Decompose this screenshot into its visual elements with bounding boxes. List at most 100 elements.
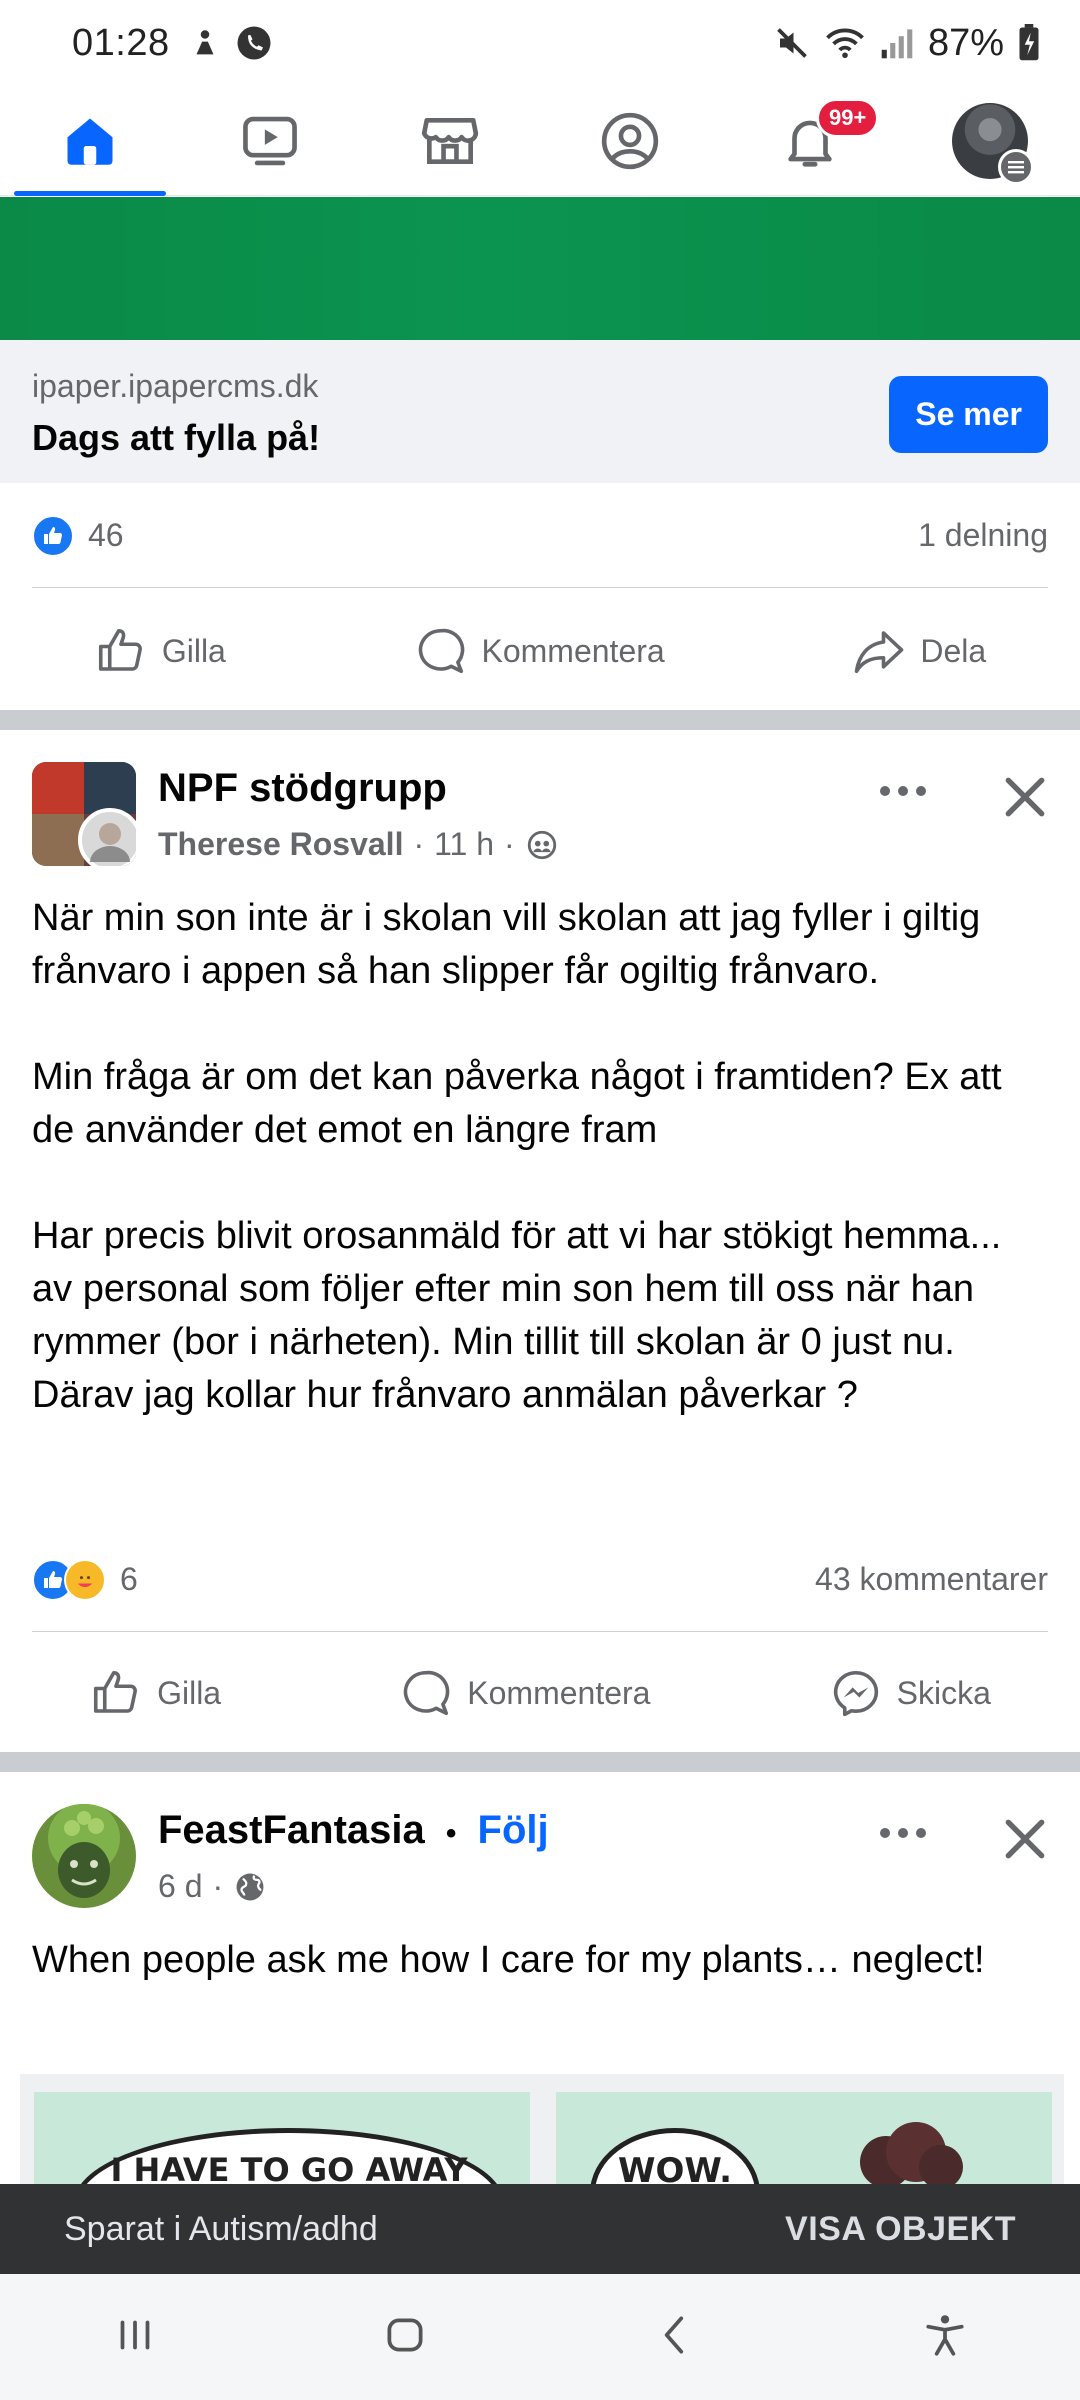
- saved-snackbar: Sparat i Autism/adhd VISA OBJEKT: [0, 2184, 1080, 2274]
- like-button[interactable]: Gilla: [94, 624, 226, 678]
- tab-notifications[interactable]: 99+: [730, 86, 890, 196]
- wifi-icon: [826, 28, 864, 59]
- tab-video[interactable]: [190, 86, 350, 196]
- hide-post-button[interactable]: [1000, 772, 1050, 827]
- see-more-button[interactable]: Se mer: [889, 376, 1048, 453]
- accessibility-status-icon: [196, 30, 214, 55]
- page-name[interactable]: FeastFantasia: [158, 1808, 425, 1852]
- back-icon: [664, 2315, 684, 2354]
- marketplace-icon: [421, 117, 479, 164]
- separator: ·: [413, 826, 425, 862]
- comic-panel-left: I HAVE TO GO AWAY: [34, 2092, 530, 2184]
- status-time: 01:28: [72, 21, 170, 64]
- post-header: FeastFantasia • Följ 6 d ·: [0, 1804, 1080, 1934]
- status-bar: 01:28 87%: [0, 0, 1080, 86]
- post-actions: Gilla Kommentera Skicka: [0, 1634, 1080, 1752]
- share-button[interactable]: Dela: [852, 624, 986, 678]
- more-options-button[interactable]: [876, 1818, 930, 1853]
- feed-divider: [0, 1752, 1080, 1772]
- battery-charging-icon: [1019, 24, 1039, 61]
- comment-label: Kommentera: [467, 1674, 651, 1711]
- profile-icon: [601, 112, 659, 169]
- comment-count[interactable]: 43 kommentarer: [815, 1561, 1048, 1598]
- follow-button[interactable]: Följ: [478, 1808, 549, 1852]
- recents-icon: [120, 2320, 150, 2349]
- separator: •: [445, 1817, 457, 1850]
- share-count[interactable]: 1 delning: [918, 517, 1048, 554]
- post-meta: 6 d ·: [158, 1868, 267, 1905]
- post-time[interactable]: 11 h: [434, 826, 494, 863]
- back-button[interactable]: [650, 2310, 700, 2365]
- close-icon: [1005, 777, 1045, 817]
- post-meta: Therese Rosvall · 11 h ·: [158, 826, 559, 863]
- globe-icon: [236, 1873, 264, 1900]
- reaction-count[interactable]: 6: [120, 1561, 138, 1598]
- share-icon: [855, 631, 904, 674]
- battery-percent: 87%: [927, 21, 1004, 64]
- comment-icon: [418, 628, 464, 674]
- comment-icon: [404, 1670, 450, 1716]
- close-icon: [1005, 1819, 1045, 1859]
- home-button[interactable]: [380, 2310, 430, 2365]
- comic-panel-right: WOW.: [556, 2092, 1052, 2184]
- phone-call-icon: [237, 26, 271, 60]
- mute-icon: [777, 28, 807, 58]
- recents-button[interactable]: [110, 2310, 160, 2365]
- post-header: NPF stödgrupp Therese Rosvall · 11 h ·: [0, 762, 1080, 892]
- comment-button[interactable]: Kommentera: [414, 624, 665, 678]
- speech-bubble: I HAVE TO GO AWAY: [74, 2128, 504, 2184]
- top-navigation: 99+: [0, 86, 1080, 196]
- ad-stats: 46 1 delning: [32, 484, 1048, 588]
- more-icon: [880, 1828, 926, 1838]
- speech-bubble: WOW.: [590, 2128, 760, 2184]
- tab-marketplace[interactable]: [370, 86, 530, 196]
- like-reaction-icon: [32, 514, 74, 557]
- like-label: Gilla: [157, 1674, 222, 1711]
- ad-image[interactable]: [0, 197, 1080, 340]
- feed-divider: [0, 710, 1080, 730]
- post-author[interactable]: Therese Rosvall: [158, 826, 403, 863]
- tab-home[interactable]: [10, 86, 170, 196]
- send-label: Skicka: [896, 1674, 991, 1711]
- separator: ·: [212, 1868, 224, 1904]
- accessibility-button[interactable]: [920, 2310, 970, 2365]
- more-options-button[interactable]: [876, 776, 930, 811]
- home-icon: [67, 118, 113, 165]
- tab-profile[interactable]: [550, 86, 710, 196]
- home-circle-icon: [387, 2318, 423, 2351]
- send-button[interactable]: Skicka: [829, 1666, 991, 1720]
- group-audience-icon: [527, 830, 556, 859]
- tab-menu[interactable]: [910, 86, 1070, 196]
- post-stats: 6 43 kommentarer: [32, 1528, 1048, 1632]
- like-count[interactable]: 46: [88, 517, 124, 554]
- more-icon: [880, 786, 926, 796]
- character-hair: [860, 2122, 963, 2184]
- ad-link-card[interactable]: ipaper.ipapercms.dk Dags att fylla på! S…: [0, 340, 1080, 483]
- share-label: Dela: [920, 632, 987, 669]
- thumbs-up-icon: [98, 628, 142, 671]
- ad-actions: Gilla Kommentera Dela: [0, 592, 1080, 710]
- group-avatar[interactable]: [32, 762, 136, 866]
- thumbs-up-icon: [94, 1670, 138, 1713]
- post-time[interactable]: 6 d: [158, 1868, 202, 1905]
- accessibility-icon: [926, 2314, 964, 2356]
- separator: ·: [504, 826, 515, 862]
- system-navigation-bar: [0, 2274, 1080, 2400]
- like-button[interactable]: Gilla: [89, 1666, 221, 1720]
- like-label: Gilla: [161, 632, 226, 669]
- page-title-row: FeastFantasia • Följ: [158, 1808, 549, 1853]
- group-name[interactable]: NPF stödgrupp: [158, 766, 447, 811]
- video-icon: [243, 116, 297, 165]
- post-image[interactable]: I HAVE TO GO AWAY WOW.: [20, 2074, 1064, 2184]
- avatar: [952, 102, 1034, 185]
- notification-badge: 99+: [816, 97, 880, 138]
- snackbar-message: Sparat i Autism/adhd: [64, 2209, 378, 2248]
- messenger-icon: [833, 1670, 878, 1717]
- care-reaction-icon: [64, 1558, 106, 1601]
- view-item-button[interactable]: VISA OBJEKT: [785, 2210, 1016, 2249]
- comment-button[interactable]: Kommentera: [399, 1666, 650, 1720]
- hide-post-button[interactable]: [1000, 1814, 1050, 1869]
- post-text[interactable]: When people ask me how I care for my pla…: [32, 1934, 1050, 1987]
- post-text[interactable]: När min son inte är i skolan vill skolan…: [32, 892, 1050, 1422]
- page-avatar[interactable]: [32, 1804, 136, 1908]
